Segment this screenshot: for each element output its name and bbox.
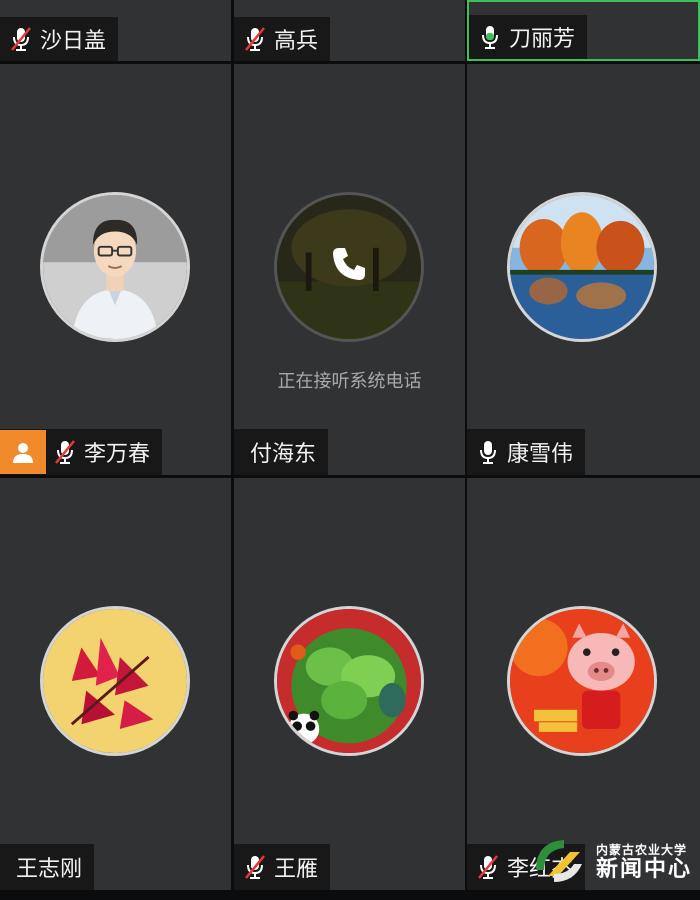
participant-name: 高兵 — [274, 28, 319, 53]
mic-muted-icon — [244, 26, 266, 52]
mic-speaking-icon — [479, 24, 501, 50]
participant-name: 刀丽芳 — [509, 26, 576, 51]
name-label: 康雪伟 — [467, 429, 586, 475]
news-center-watermark: 内蒙古农业大学 新闻中心 — [530, 832, 692, 892]
participant-tile[interactable]: 沙日盖 — [0, 0, 231, 61]
participant-tile[interactable]: 王志刚 — [0, 478, 231, 890]
participant-name: 付海东 — [250, 441, 317, 466]
name-label: 高兵 — [234, 17, 331, 61]
mic-muted-icon — [477, 854, 499, 880]
mic-muted-icon — [244, 854, 266, 880]
call-status-text: 正在接听系统电话 — [277, 371, 422, 391]
mic-muted-icon — [10, 26, 32, 52]
name-label: 刀丽芳 — [469, 15, 588, 59]
avatar — [507, 606, 657, 756]
participant-name: 沙日盖 — [40, 28, 107, 53]
participant-tile[interactable]: 高兵 — [234, 0, 465, 61]
name-label: 付海东 — [234, 429, 329, 475]
participant-name: 王雁 — [274, 856, 319, 881]
participant-tile-on-call[interactable]: 正在接听系统电话 付海东 — [234, 64, 465, 475]
host-badge-icon — [0, 430, 46, 474]
participant-name: 王志刚 — [16, 856, 83, 881]
phone-icon — [329, 244, 369, 284]
watermark-news-center: 新闻中心 — [595, 855, 692, 881]
participant-tile[interactable]: 李红杰 — [467, 478, 700, 890]
mic-muted-icon — [54, 439, 76, 465]
participant-tile[interactable]: 王雁 — [234, 478, 465, 890]
avatar — [40, 606, 190, 756]
name-label: 王志刚 — [0, 844, 95, 890]
mic-on-icon — [477, 439, 499, 465]
name-label: 王雁 — [234, 844, 331, 890]
participant-tile[interactable]: 康雪伟 — [467, 64, 700, 475]
university-logo-icon — [530, 832, 590, 892]
avatar — [507, 192, 657, 342]
participant-name: 李万春 — [84, 441, 151, 466]
participant-tile[interactable]: 李万春 — [0, 64, 231, 475]
name-label: 李万春 — [0, 429, 163, 475]
name-label: 沙日盖 — [0, 17, 119, 61]
participant-name: 康雪伟 — [507, 441, 574, 466]
watermark-text: 内蒙古农业大学 新闻中心 — [596, 844, 692, 880]
video-grid: 沙日盖 高兵 刀丽芳 李万春 正在接听系统电话 付海东 康雪伟 王志刚 王雁 — [0, 0, 700, 900]
avatar — [274, 606, 424, 756]
participant-tile-active-speaker[interactable]: 刀丽芳 — [467, 0, 700, 61]
avatar — [40, 192, 190, 342]
watermark-university: 内蒙古农业大学 — [595, 843, 687, 858]
